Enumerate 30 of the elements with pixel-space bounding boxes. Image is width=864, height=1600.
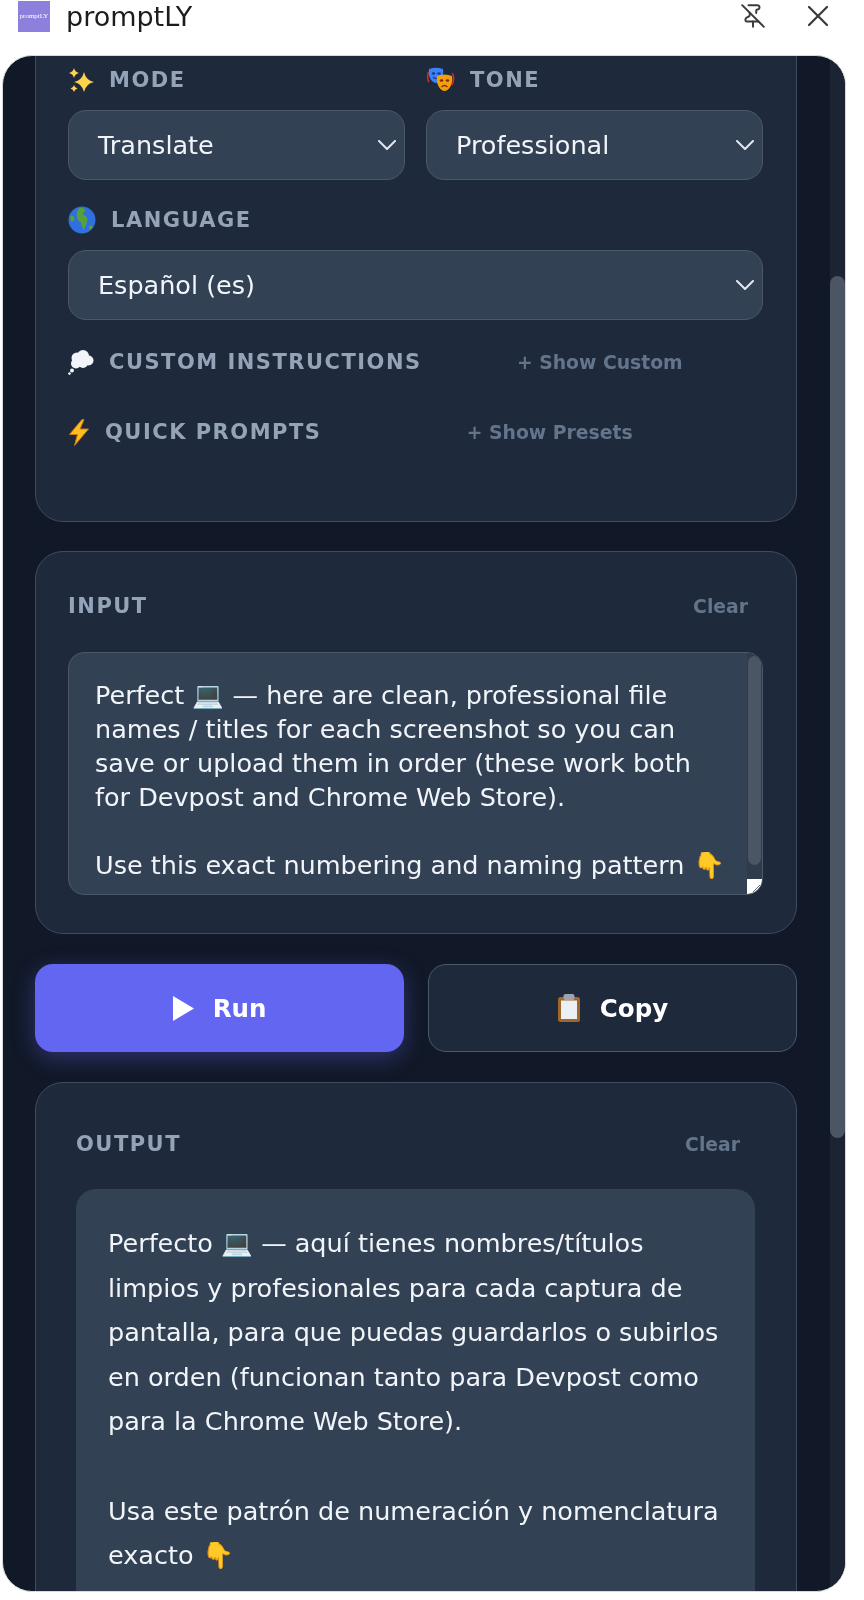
language-label: LANGUAGE	[111, 208, 252, 232]
scrollbar-thumb[interactable]	[748, 656, 761, 865]
window-title: promptLY	[66, 0, 193, 32]
chevron-down-icon	[378, 140, 396, 150]
sparkle-icon	[68, 67, 94, 93]
lightning-icon	[68, 418, 90, 446]
output-label: OUTPUT	[76, 1132, 181, 1156]
chevron-down-icon	[736, 280, 754, 290]
input-label: INPUT	[68, 594, 148, 618]
thought-bubble-icon	[68, 349, 94, 375]
input-textarea[interactable]: Perfect 💻 — here are clean, professional file names / titles for each screenshot so you can save or upload them in order (these work both for Devpost and Chrome Web Store). Use this exact numbering and naming pattern 👇	[68, 652, 763, 895]
theater-masks-icon	[426, 66, 455, 94]
tone-label: TONE	[470, 68, 541, 92]
play-icon	[172, 995, 194, 1021]
mode-label: MODE	[109, 68, 186, 92]
scrollbar-thumb[interactable]	[830, 276, 845, 1138]
tone-dropdown[interactable]: Professional	[426, 110, 763, 180]
custom-instructions-label: CUSTOM INSTRUCTIONS	[109, 350, 422, 374]
copy-button[interactable]: Copy	[428, 964, 797, 1052]
chevron-down-icon	[736, 140, 754, 150]
output-text: Perfecto 💻 — aquí tienes nombres/títulos limpios y profesionales para cada captura de pantalla, para que puedas guardarlos o subirlos en orden (funcionan tanto para Devpost como para la Chrome Web Store). Usa este patrón de numeración y nomenclatura exacto 👇	[76, 1189, 755, 1591]
globe-icon	[68, 206, 96, 234]
resize-handle-icon[interactable]	[747, 879, 762, 894]
clipboard-icon	[556, 994, 581, 1022]
quick-prompts-label: QUICK PROMPTS	[105, 420, 322, 444]
run-button[interactable]: Run	[35, 964, 404, 1052]
pin-off-icon[interactable]	[740, 3, 766, 29]
mode-dropdown[interactable]: Translate	[68, 110, 405, 180]
language-dropdown[interactable]: Español (es)	[68, 250, 763, 320]
close-icon[interactable]	[807, 5, 829, 27]
